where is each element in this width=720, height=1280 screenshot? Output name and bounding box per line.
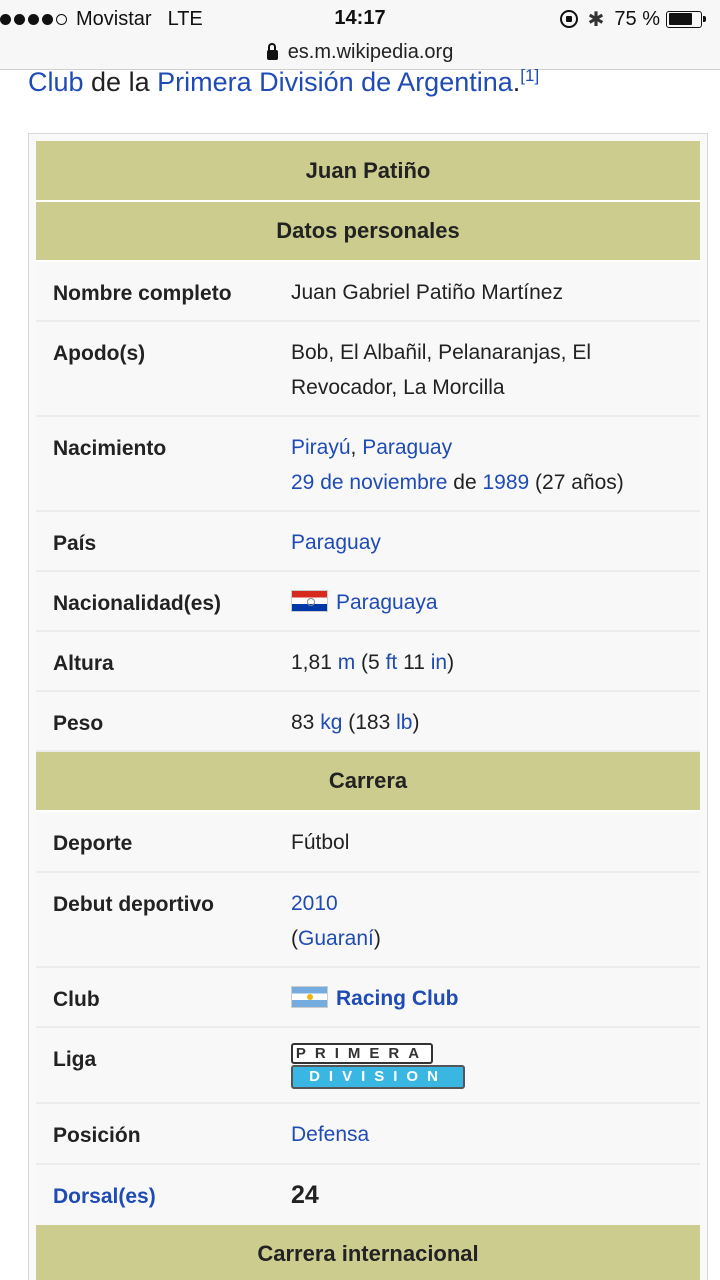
primera-division-link[interactable]: Primera División de Argentina: [157, 67, 513, 97]
value-deporte: Fútbol: [291, 831, 350, 854]
row-peso: Peso 83 kg (183 lb): [36, 692, 700, 752]
foot-link[interactable]: ft: [386, 651, 398, 674]
value-posicion: Defensa: [274, 1097, 700, 1163]
label-nombre: Nombre completo: [53, 282, 232, 305]
label-posicion: Posición: [53, 1124, 141, 1147]
value-liga[interactable]: PRIMERA DIVISION: [274, 1022, 700, 1102]
row-club: Club Racing Club: [36, 968, 700, 1028]
paraguay-flag-icon: [291, 590, 328, 612]
club-racing-link[interactable]: Racing Club: [336, 987, 459, 1010]
value-debut: 2010 (Guaraní): [274, 866, 700, 966]
infobox-title: Juan Patiño: [36, 141, 700, 202]
debut-club-link[interactable]: Guaraní: [298, 927, 374, 950]
row-deporte: Deporte Fútbol: [36, 812, 700, 873]
primera-division-logo-bottom: DIVISION: [291, 1065, 465, 1089]
battery-icon: [666, 10, 706, 28]
label-deporte: Deporte: [53, 832, 133, 855]
label-altura: Altura: [53, 652, 114, 675]
value-nacionalidad: Paraguaya: [274, 565, 700, 630]
birth-date-de: de: [447, 471, 483, 494]
debut-close-paren: ): [373, 927, 381, 950]
weight-number: 83: [291, 711, 321, 734]
debut-year-link[interactable]: 2010: [291, 892, 338, 915]
weight-open: (183: [342, 711, 397, 734]
label-liga: Liga: [53, 1048, 97, 1071]
label-debut: Debut deportivo: [53, 893, 214, 916]
rotation-lock-icon: [559, 10, 578, 28]
country-link[interactable]: Paraguay: [291, 531, 381, 554]
value-pais: Paraguay: [274, 505, 700, 570]
row-liga: Liga PRIMERA DIVISION: [36, 1028, 700, 1104]
debut-open-paren: (: [291, 927, 298, 950]
status-bar: Movistar LTE 14:17 ✱ 75 %: [0, 0, 720, 36]
status-right: ✱ 75 %: [559, 7, 706, 31]
row-apodo: Apodo(s) Bob, El Albañil, Pelanaranjas, …: [36, 322, 700, 417]
value-nombre: Juan Gabriel Patiño Martínez: [291, 281, 563, 304]
inch-link[interactable]: in: [431, 651, 447, 674]
argentina-flag-icon: [291, 986, 328, 1008]
value-club: Racing Club: [274, 961, 700, 1026]
row-nacionalidad: Nacionalidad(es) Paraguaya: [36, 572, 700, 632]
birth-year-link[interactable]: 1989: [482, 471, 529, 494]
value-dorsal: 24: [291, 1181, 319, 1209]
battery-percentage: 75 %: [614, 7, 660, 30]
primera-division-logo-top: PRIMERA: [291, 1043, 433, 1064]
row-nacimiento: Nacimiento Pirayú, Paraguay 29 de noviem…: [36, 417, 700, 512]
meter-link[interactable]: m: [338, 651, 356, 674]
weight-close: ): [412, 711, 420, 734]
section-header-personal: Datos personales: [36, 202, 700, 262]
intro-connector: de la: [83, 67, 158, 97]
value-apodo: Bob, El Albañil, Pelanaranjas, El Revoca…: [291, 341, 592, 399]
intro-text: Club de la Primera División de Argentina…: [28, 66, 539, 98]
height-close: ): [447, 651, 455, 674]
label-nacimiento: Nacimiento: [53, 437, 167, 460]
padlock-icon: [266, 42, 278, 60]
height-number: 1,81: [291, 651, 338, 674]
pound-link[interactable]: lb: [396, 711, 412, 734]
nationality-link[interactable]: Paraguaya: [336, 591, 438, 614]
infobox: Juan Patiño Datos personales Nombre comp…: [36, 141, 700, 1280]
kilogram-link[interactable]: kg: [320, 711, 342, 734]
position-link[interactable]: Defensa: [291, 1123, 369, 1146]
url-text[interactable]: es.m.wikipedia.org: [288, 41, 454, 64]
birthplace-link[interactable]: Pirayú: [291, 436, 351, 459]
row-dorsal: Dorsal(es) 24: [36, 1165, 700, 1225]
height-open: (5: [355, 651, 386, 674]
birth-country-link[interactable]: Paraguay: [362, 436, 452, 459]
age-text: (27 años): [529, 471, 624, 494]
reference-link[interactable]: [1]: [520, 66, 539, 85]
label-peso: Peso: [53, 712, 104, 735]
height-mid: 11: [397, 651, 431, 674]
row-nombre: Nombre completo Juan Gabriel Patiño Mart…: [36, 262, 700, 322]
label-pais: País: [53, 532, 97, 555]
section-header-carrera: Carrera: [36, 752, 700, 812]
value-nacimiento: Pirayú, Paraguay 29 de noviembre de 1989…: [274, 410, 700, 510]
section-header-internacional: Carrera internacional: [36, 1225, 700, 1280]
label-club: Club: [53, 988, 100, 1011]
label-dorsal-link[interactable]: Dorsal(es): [36, 1165, 274, 1225]
row-pais: País Paraguay: [36, 512, 700, 572]
value-peso: 83 kg (183 lb): [274, 685, 700, 750]
bluetooth-icon: ✱: [587, 8, 605, 31]
row-altura: Altura 1,81 m (5 ft 11 in): [36, 632, 700, 692]
label-nacionalidad: Nacionalidad(es): [53, 592, 222, 615]
row-posicion: Posición Defensa: [36, 1104, 700, 1165]
label-apodo: Apodo(s): [53, 342, 146, 365]
address-bar[interactable]: es.m.wikipedia.org: [0, 36, 720, 70]
birth-date-link[interactable]: 29 de noviembre: [291, 471, 447, 494]
row-debut: Debut deportivo 2010 (Guaraní): [36, 873, 700, 968]
value-altura: 1,81 m (5 ft 11 in): [274, 625, 700, 690]
birthplace-comma: ,: [350, 436, 363, 459]
club-link[interactable]: Club: [28, 67, 84, 97]
